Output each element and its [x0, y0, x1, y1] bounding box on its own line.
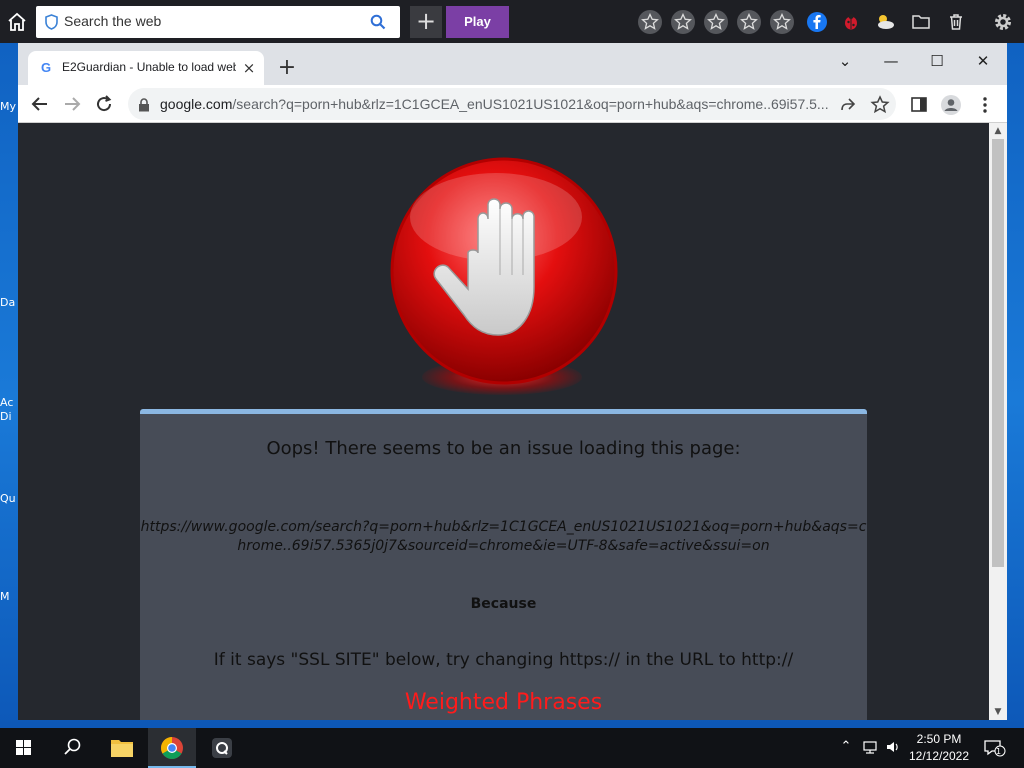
star-icon[interactable]	[638, 10, 662, 34]
star-icon[interactable]	[671, 10, 695, 34]
ladybug-icon[interactable]	[840, 11, 862, 33]
browser-toolbar: google.com/search?q=porn+hub&rlz=1C1GCEA…	[18, 85, 1007, 123]
desktop-icon-label[interactable]: M	[0, 590, 18, 603]
scroll-down-icon[interactable]: ▼	[993, 707, 1003, 717]
clock-time: 2:50 PM	[916, 732, 962, 746]
new-tab-button[interactable]: +	[276, 57, 298, 79]
scroll-thumb[interactable]	[992, 139, 1004, 567]
gear-icon[interactable]	[992, 11, 1014, 33]
url-domain: google.com	[160, 96, 233, 112]
side-panel-icon[interactable]	[909, 94, 931, 116]
home-icon[interactable]	[6, 11, 28, 33]
star-icon[interactable]	[704, 10, 728, 34]
desktop-icon-label[interactable]: Da	[0, 296, 18, 309]
vertical-scrollbar[interactable]: ▲ ▼	[989, 123, 1007, 720]
tab-strip: G E2Guardian - Unable to load web × + ⌄ …	[18, 43, 1007, 85]
profile-avatar-icon[interactable]	[940, 94, 962, 116]
trash-icon[interactable]	[945, 11, 967, 33]
play-button[interactable]: Play	[446, 6, 509, 38]
file-explorer-icon[interactable]	[98, 728, 146, 768]
reload-icon[interactable]	[92, 92, 116, 116]
search-icon[interactable]	[370, 14, 386, 30]
stop-hand-icon	[386, 157, 622, 393]
share-icon[interactable]	[838, 95, 858, 115]
clock-date: 12/12/2022	[908, 749, 970, 763]
taskbar-clock[interactable]: 2:50 PM 12/12/2022	[904, 731, 974, 765]
browser-window: G E2Guardian - Unable to load web × + ⌄ …	[18, 43, 1007, 720]
url-path: /search?q=porn+hub&rlz=1C1GCEA_enUS1021U…	[232, 96, 829, 112]
shield-icon	[44, 14, 59, 30]
error-title: Oops! There seems to be an issue loading…	[266, 438, 741, 459]
volume-icon[interactable]	[885, 739, 901, 755]
desktop-icon-label[interactable]: Ac	[0, 396, 18, 409]
chevron-up-icon[interactable]: ⌃	[838, 739, 854, 755]
maximize-button[interactable]: ☐	[914, 47, 960, 75]
app-taskbar-icon[interactable]	[198, 728, 246, 768]
desktop-icon-label[interactable]: Di	[0, 410, 18, 423]
tab-close-icon[interactable]: ×	[240, 59, 258, 77]
add-button[interactable]: +	[410, 6, 442, 38]
chrome-taskbar-icon[interactable]	[148, 728, 196, 768]
error-panel: Oops! There seems to be an issue loading…	[140, 409, 867, 720]
because-label: Because	[470, 596, 537, 612]
tab-search-icon[interactable]: ⌄	[822, 47, 868, 75]
weather-icon[interactable]	[874, 11, 896, 33]
kebab-menu-icon[interactable]	[974, 94, 996, 116]
block-reason: Weighted Phrases	[404, 690, 603, 715]
folder-icon[interactable]	[910, 11, 932, 33]
star-icon[interactable]	[737, 10, 761, 34]
network-icon[interactable]	[862, 739, 878, 755]
search-icon[interactable]	[48, 728, 96, 768]
bookmark-star-icon[interactable]	[870, 95, 890, 115]
ssl-hint: If it says "SSL SITE" below, try changin…	[213, 650, 794, 670]
taskbar: ⌃ 2:50 PM 12/12/2022 1	[0, 728, 1024, 768]
google-icon: G	[40, 60, 52, 75]
notification-icon[interactable]: 1	[984, 739, 1006, 757]
star-icon[interactable]	[770, 10, 794, 34]
start-button[interactable]	[0, 728, 48, 768]
search-placeholder: Search the web	[64, 13, 162, 29]
top-toolbar: Search the web + Play	[0, 0, 1024, 43]
back-icon[interactable]	[28, 92, 52, 116]
desktop-icon-label[interactable]: Qu	[0, 492, 18, 505]
lock-icon[interactable]	[138, 97, 150, 112]
notification-count: 1	[996, 747, 1002, 756]
url-text[interactable]: google.com/search?q=porn+hub&rlz=1C1GCEA…	[160, 96, 830, 112]
tab-e2guardian[interactable]: G E2Guardian - Unable to load web ×	[28, 51, 264, 85]
close-button[interactable]: ✕	[960, 47, 1006, 75]
top-search-bar[interactable]: Search the web	[36, 6, 400, 38]
facebook-icon[interactable]	[806, 11, 828, 33]
address-bar[interactable]: google.com/search?q=porn+hub&rlz=1C1GCEA…	[128, 88, 896, 120]
scroll-up-icon[interactable]: ▲	[993, 126, 1003, 136]
tab-title: E2Guardian - Unable to load web	[62, 60, 236, 74]
forward-icon[interactable]	[60, 92, 84, 116]
page-content: Oops! There seems to be an issue loading…	[18, 123, 989, 720]
minimize-button[interactable]: —	[868, 47, 914, 75]
desktop-icon-label[interactable]: My	[0, 100, 18, 113]
blocked-url: https://www.google.com/search?q=porn+hub…	[140, 519, 867, 554]
